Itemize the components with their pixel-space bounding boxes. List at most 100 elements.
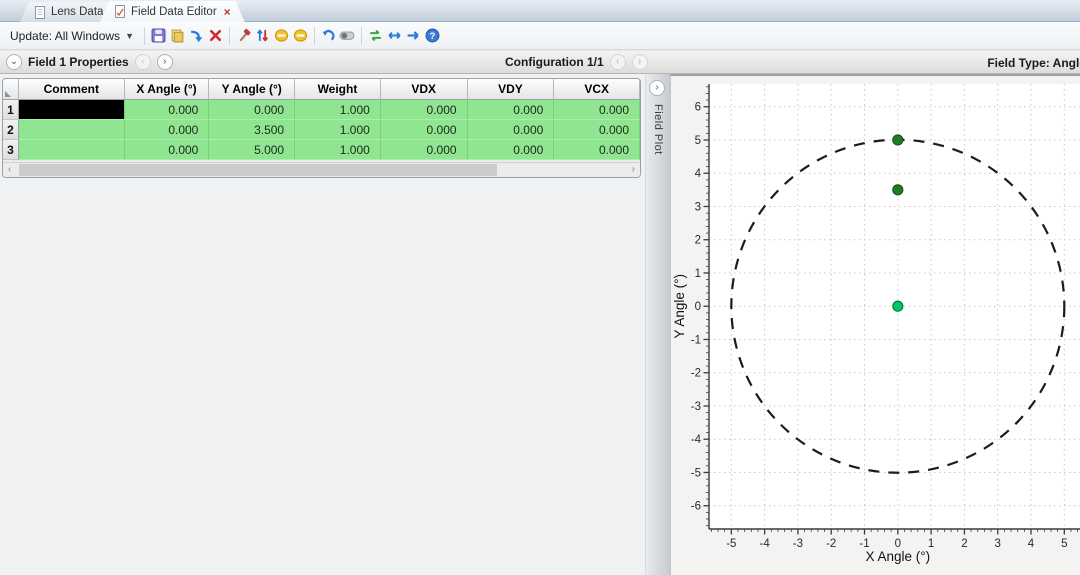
- column-header[interactable]: Y Angle (°): [209, 79, 295, 100]
- open-document-button[interactable]: [168, 26, 187, 46]
- field-plot-tab-strip: › Field Plot: [645, 74, 670, 575]
- collapse-properties-button[interactable]: ⌄: [6, 54, 22, 70]
- undo-button[interactable]: [319, 26, 338, 46]
- sort-rows-button[interactable]: [253, 26, 272, 46]
- value-cell[interactable]: 0.000: [209, 100, 295, 120]
- svg-text:-4: -4: [691, 434, 702, 446]
- value-cell[interactable]: 5.000: [209, 140, 295, 160]
- minus-circle-icon: [274, 28, 289, 43]
- scroll-left-icon[interactable]: ‹: [8, 164, 11, 175]
- field-plot-tab-label[interactable]: Field Plot: [652, 104, 664, 155]
- table-corner-cell[interactable]: [3, 79, 19, 100]
- value-cell[interactable]: 0.000: [468, 100, 555, 120]
- svg-text:-2: -2: [691, 368, 701, 380]
- row-number[interactable]: 1: [3, 100, 19, 120]
- collapse-field-plot-button[interactable]: ›: [649, 80, 665, 96]
- value-cell[interactable]: 0.000: [381, 140, 468, 160]
- value-cell[interactable]: 0.000: [468, 120, 555, 140]
- horizontal-scrollbar[interactable]: ‹ ›: [3, 162, 640, 177]
- svg-text:1: 1: [695, 268, 701, 280]
- minus-circle-button-2[interactable]: [291, 26, 310, 46]
- toolbar-separator: [314, 27, 315, 45]
- scrollbar-thumb[interactable]: [19, 164, 497, 176]
- field-table-container: CommentX Angle (°)Y Angle (°)WeightVDXVD…: [2, 78, 641, 178]
- comment-cell[interactable]: [19, 100, 125, 120]
- fit-width-button[interactable]: [385, 26, 404, 46]
- update-mode-dropdown[interactable]: Update: All Windows ▼: [8, 26, 140, 46]
- svg-text:-3: -3: [793, 538, 803, 550]
- tab-field-data-editor[interactable]: Field Data Editor ×: [100, 1, 245, 22]
- fit-width-icon: [387, 28, 402, 43]
- minus-circle-icon-2: [293, 28, 308, 43]
- svg-text:4: 4: [1028, 538, 1035, 550]
- sort-rows-icon: [255, 28, 270, 43]
- value-cell[interactable]: 1.000: [295, 140, 381, 160]
- value-cell[interactable]: 0.000: [125, 140, 210, 160]
- previous-configuration-button[interactable]: ‹: [610, 54, 626, 70]
- save-button[interactable]: [149, 26, 168, 46]
- field-properties-title: Field 1 Properties: [28, 55, 129, 69]
- delete-row-button[interactable]: [206, 26, 225, 46]
- svg-text:3: 3: [995, 538, 1001, 550]
- svg-text:-4: -4: [759, 538, 770, 550]
- next-configuration-button[interactable]: ›: [632, 54, 648, 70]
- value-cell[interactable]: 0.000: [468, 140, 555, 160]
- comment-cell[interactable]: [19, 140, 125, 160]
- field-table: CommentX Angle (°)Y Angle (°)WeightVDXVD…: [3, 79, 640, 160]
- help-button[interactable]: ?: [423, 26, 442, 46]
- field-data-editor-panel: CommentX Angle (°)Y Angle (°)WeightVDXVD…: [0, 74, 645, 575]
- value-cell[interactable]: 1.000: [295, 100, 381, 120]
- svg-text:2: 2: [695, 235, 701, 247]
- scroll-right-icon[interactable]: ›: [632, 164, 635, 175]
- value-cell[interactable]: 3.500: [209, 120, 295, 140]
- delete-row-icon: [208, 28, 223, 43]
- svg-text:-2: -2: [826, 538, 836, 550]
- field-plot-chart: -5-4-3-2-1012345-6-5-4-3-2-10123456X Ang…: [671, 76, 1080, 575]
- svg-text:4: 4: [695, 168, 702, 180]
- column-header[interactable]: Weight: [295, 79, 381, 100]
- toggle-icon: [339, 28, 355, 43]
- svg-text:0: 0: [695, 301, 701, 313]
- table-row: 20.0003.5001.0000.0000.0000.000: [3, 120, 640, 140]
- svg-text:-5: -5: [726, 538, 736, 550]
- value-cell[interactable]: 0.000: [125, 120, 210, 140]
- column-header[interactable]: Comment: [19, 79, 125, 100]
- go-forward-icon: [406, 28, 421, 43]
- document-icon: [34, 6, 46, 19]
- table-row: 30.0005.0001.0000.0000.0000.000: [3, 140, 640, 160]
- column-header[interactable]: VDY: [468, 79, 555, 100]
- chevron-down-icon: ▼: [125, 31, 134, 41]
- properties-bar: ⌄ Field 1 Properties ‹ › Configuration 1…: [0, 50, 1080, 74]
- sync-button[interactable]: [366, 26, 385, 46]
- svg-text:?: ?: [430, 31, 436, 42]
- row-number[interactable]: 3: [3, 140, 19, 160]
- comment-cell[interactable]: [19, 120, 125, 140]
- configuration-label: Configuration 1/1: [505, 55, 604, 69]
- editor-toolbar: Update: All Windows ▼: [0, 22, 1080, 50]
- column-header[interactable]: X Angle (°): [125, 79, 210, 100]
- svg-text:5: 5: [695, 135, 701, 147]
- column-header[interactable]: VCX: [554, 79, 640, 100]
- close-tab-icon[interactable]: ×: [224, 5, 231, 19]
- svg-text:-6: -6: [691, 501, 701, 513]
- value-cell[interactable]: 0.000: [125, 100, 210, 120]
- minus-circle-button[interactable]: [272, 26, 291, 46]
- value-cell[interactable]: 0.000: [381, 120, 468, 140]
- row-number[interactable]: 2: [3, 120, 19, 140]
- previous-field-button[interactable]: ‹: [135, 54, 151, 70]
- next-field-button[interactable]: ›: [157, 54, 173, 70]
- open-document-icon: [170, 28, 185, 43]
- toggle-button[interactable]: [338, 26, 357, 46]
- undo-icon: [321, 28, 336, 43]
- value-cell[interactable]: 0.000: [554, 100, 640, 120]
- value-cell[interactable]: 0.000: [554, 120, 640, 140]
- edit-tools-button[interactable]: [234, 26, 253, 46]
- insert-row-button[interactable]: [187, 26, 206, 46]
- value-cell[interactable]: 1.000: [295, 120, 381, 140]
- field-plot-panel: -5-4-3-2-1012345-6-5-4-3-2-10123456X Ang…: [670, 74, 1080, 575]
- value-cell[interactable]: 0.000: [554, 140, 640, 160]
- value-cell[interactable]: 0.000: [381, 100, 468, 120]
- column-header[interactable]: VDX: [381, 79, 468, 100]
- table-row: 10.0000.0001.0000.0000.0000.000: [3, 100, 640, 120]
- go-forward-button[interactable]: [404, 26, 423, 46]
